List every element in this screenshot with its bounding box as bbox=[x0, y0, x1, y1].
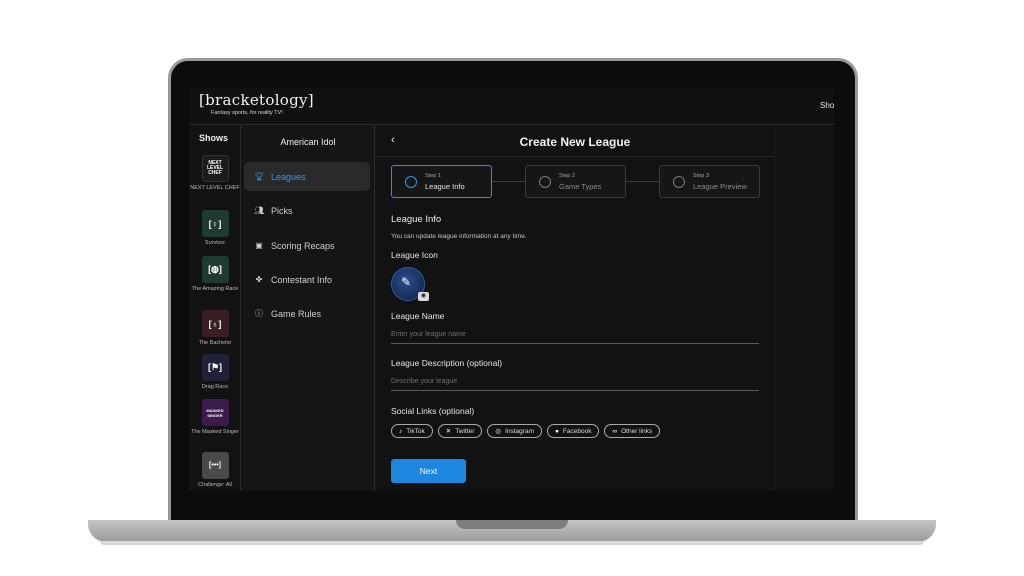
nav-item-label: Game Rules bbox=[271, 308, 322, 319]
step-number: Step 3 bbox=[693, 173, 709, 179]
shows-title: Shows bbox=[199, 133, 229, 143]
step-label: League Preview bbox=[693, 182, 747, 191]
next-button[interactable]: Next bbox=[391, 459, 466, 483]
step-label: League Info bbox=[425, 182, 465, 191]
x-icon: ✕ bbox=[445, 428, 452, 435]
nav-item-label: Contestant Info bbox=[271, 274, 333, 285]
step-number: Step 2 bbox=[559, 173, 575, 179]
show-thumb: [♁] bbox=[201, 310, 229, 337]
social-chip-facebook[interactable]: ● Facebook bbox=[546, 424, 600, 438]
step-league-info[interactable]: Step 1 League Info bbox=[391, 165, 492, 198]
nav-item-picks[interactable]: 👥︎ Picks bbox=[244, 196, 370, 225]
show-name: NEXT LEVEL CHEF bbox=[190, 185, 240, 191]
step-label: Game Types bbox=[559, 182, 602, 191]
nav-item-scoring-recaps[interactable]: ▣ Scoring Recaps bbox=[244, 231, 370, 260]
league-name-label: League Name bbox=[391, 311, 445, 321]
laptop-notch bbox=[456, 520, 568, 529]
show-item-survivor[interactable]: [♀] Survivor bbox=[189, 210, 241, 247]
camera-icon[interactable]: ◉ bbox=[418, 292, 429, 301]
tiktok-icon: ♪ bbox=[399, 427, 403, 435]
section-hint: You can update league information at any… bbox=[391, 233, 527, 240]
league-icon-label: League Icon bbox=[391, 250, 438, 260]
laptop-shadow bbox=[100, 541, 924, 545]
social-chip-tiktok[interactable]: ♪ TikTok bbox=[391, 424, 433, 438]
nav-item-label: Scoring Recaps bbox=[271, 240, 335, 251]
show-name: Challenge: All bbox=[198, 482, 232, 488]
show-name: The Masked Singer bbox=[191, 429, 239, 435]
app-screen: [bracketology] Fantasy sports, for reali… bbox=[189, 87, 834, 491]
instagram-icon: ◎ bbox=[495, 428, 502, 435]
step-connector bbox=[492, 181, 525, 182]
nav-item-game-rules[interactable]: ⓘ Game Rules bbox=[244, 299, 370, 328]
nav-item-label: Picks bbox=[271, 205, 293, 216]
show-thumb: MASKED SINGER bbox=[201, 399, 229, 426]
chip-label: Twitter bbox=[455, 427, 475, 435]
chip-label: Facebook bbox=[562, 427, 592, 435]
show-thumb: [♀] bbox=[201, 210, 229, 237]
tv-icon: ▣ bbox=[255, 241, 263, 250]
show-item-masked-singer[interactable]: MASKED SINGER The Masked Singer bbox=[189, 399, 241, 436]
nav-title: American Idol bbox=[280, 137, 336, 147]
show-item-drag-race[interactable]: [⚑] Drag Race bbox=[189, 354, 241, 391]
step-league-preview[interactable]: Step 3 League Preview bbox=[659, 165, 760, 198]
top-bar: [bracketology] Fantasy sports, for reali… bbox=[189, 87, 834, 125]
show-item-challenge[interactable]: [•••] Challenge: All bbox=[189, 452, 241, 489]
step-connector bbox=[626, 181, 659, 182]
step-circle-icon bbox=[405, 176, 417, 188]
top-nav-shows[interactable]: Sho bbox=[820, 101, 834, 110]
social-links-label: Social Links (optional) bbox=[391, 406, 475, 416]
show-thumb: [◍] bbox=[201, 256, 229, 283]
show-thumb: [⚑] bbox=[201, 354, 229, 381]
league-description-input[interactable]: Describe your league bbox=[391, 375, 759, 391]
app-tagline: Fantasy sports, for reality TV! bbox=[211, 110, 283, 116]
facebook-icon: ● bbox=[554, 427, 559, 435]
social-links: ♪ TikTok ✕ Twitter ◎ Instagram ● Faceboo… bbox=[391, 424, 661, 438]
panel-header: ‹ Create New League bbox=[375, 125, 775, 157]
page-title: Create New League bbox=[519, 135, 631, 149]
link-icon: ∞ bbox=[612, 427, 618, 435]
info-icon: ⓘ bbox=[255, 309, 263, 318]
social-chip-instagram[interactable]: ◎ Instagram bbox=[487, 424, 542, 438]
step-game-types[interactable]: Step 2 Game Types bbox=[525, 165, 626, 198]
league-description-label: League Description (optional) bbox=[391, 358, 503, 368]
show-item-bachelor[interactable]: [♁] The Bachelor bbox=[189, 310, 241, 347]
mic-icon: ✎ bbox=[401, 275, 412, 289]
league-name-input[interactable]: Enter your league name bbox=[391, 328, 759, 344]
paw-icon: ✤ bbox=[255, 275, 263, 284]
step-circle-icon bbox=[539, 176, 551, 188]
chip-label: TikTok bbox=[406, 427, 425, 435]
trophy-icon: 🏆︎ bbox=[254, 172, 265, 181]
nav-item-label: Leagues bbox=[271, 171, 306, 182]
nav-item-leagues[interactable]: 🏆︎ Leagues bbox=[244, 162, 370, 191]
chip-label: Other links bbox=[621, 427, 653, 435]
shows-sidebar: Shows NEXT LEVEL CHEF NEXT LEVEL CHEF [♀… bbox=[189, 125, 241, 491]
app-logo[interactable]: [bracketology] bbox=[199, 91, 314, 109]
social-chip-other[interactable]: ∞ Other links bbox=[604, 424, 661, 438]
chip-label: Instagram bbox=[505, 427, 534, 435]
step-circle-icon bbox=[673, 176, 685, 188]
league-icon-uploader[interactable]: ✎ ◉ bbox=[391, 267, 429, 301]
section-title: League Info bbox=[391, 214, 442, 225]
show-name: The Bachelor bbox=[198, 340, 232, 346]
social-chip-twitter[interactable]: ✕ Twitter bbox=[437, 424, 483, 438]
users-icon: 👥︎ bbox=[254, 206, 265, 215]
show-nav: American Idol 🏆︎ Leagues 👥︎ Picks ▣ Scor… bbox=[241, 125, 375, 491]
show-thumb: [•••] bbox=[201, 452, 229, 479]
show-name: Survivor bbox=[204, 240, 226, 246]
show-item-next-level-chef[interactable]: NEXT LEVEL CHEF NEXT LEVEL CHEF bbox=[189, 155, 241, 192]
step-number: Step 1 bbox=[425, 173, 441, 179]
show-item-amazing-race[interactable]: [◍] The Amazing Race bbox=[189, 256, 241, 293]
show-name: The Amazing Race bbox=[191, 286, 239, 292]
show-thumb: NEXT LEVEL CHEF bbox=[201, 155, 229, 182]
show-name: Drag Race bbox=[201, 384, 229, 390]
nav-item-contestant-info[interactable]: ✤ Contestant Info bbox=[244, 265, 370, 294]
create-league-panel: ‹ Create New League Step 1 League Info S… bbox=[375, 125, 775, 491]
